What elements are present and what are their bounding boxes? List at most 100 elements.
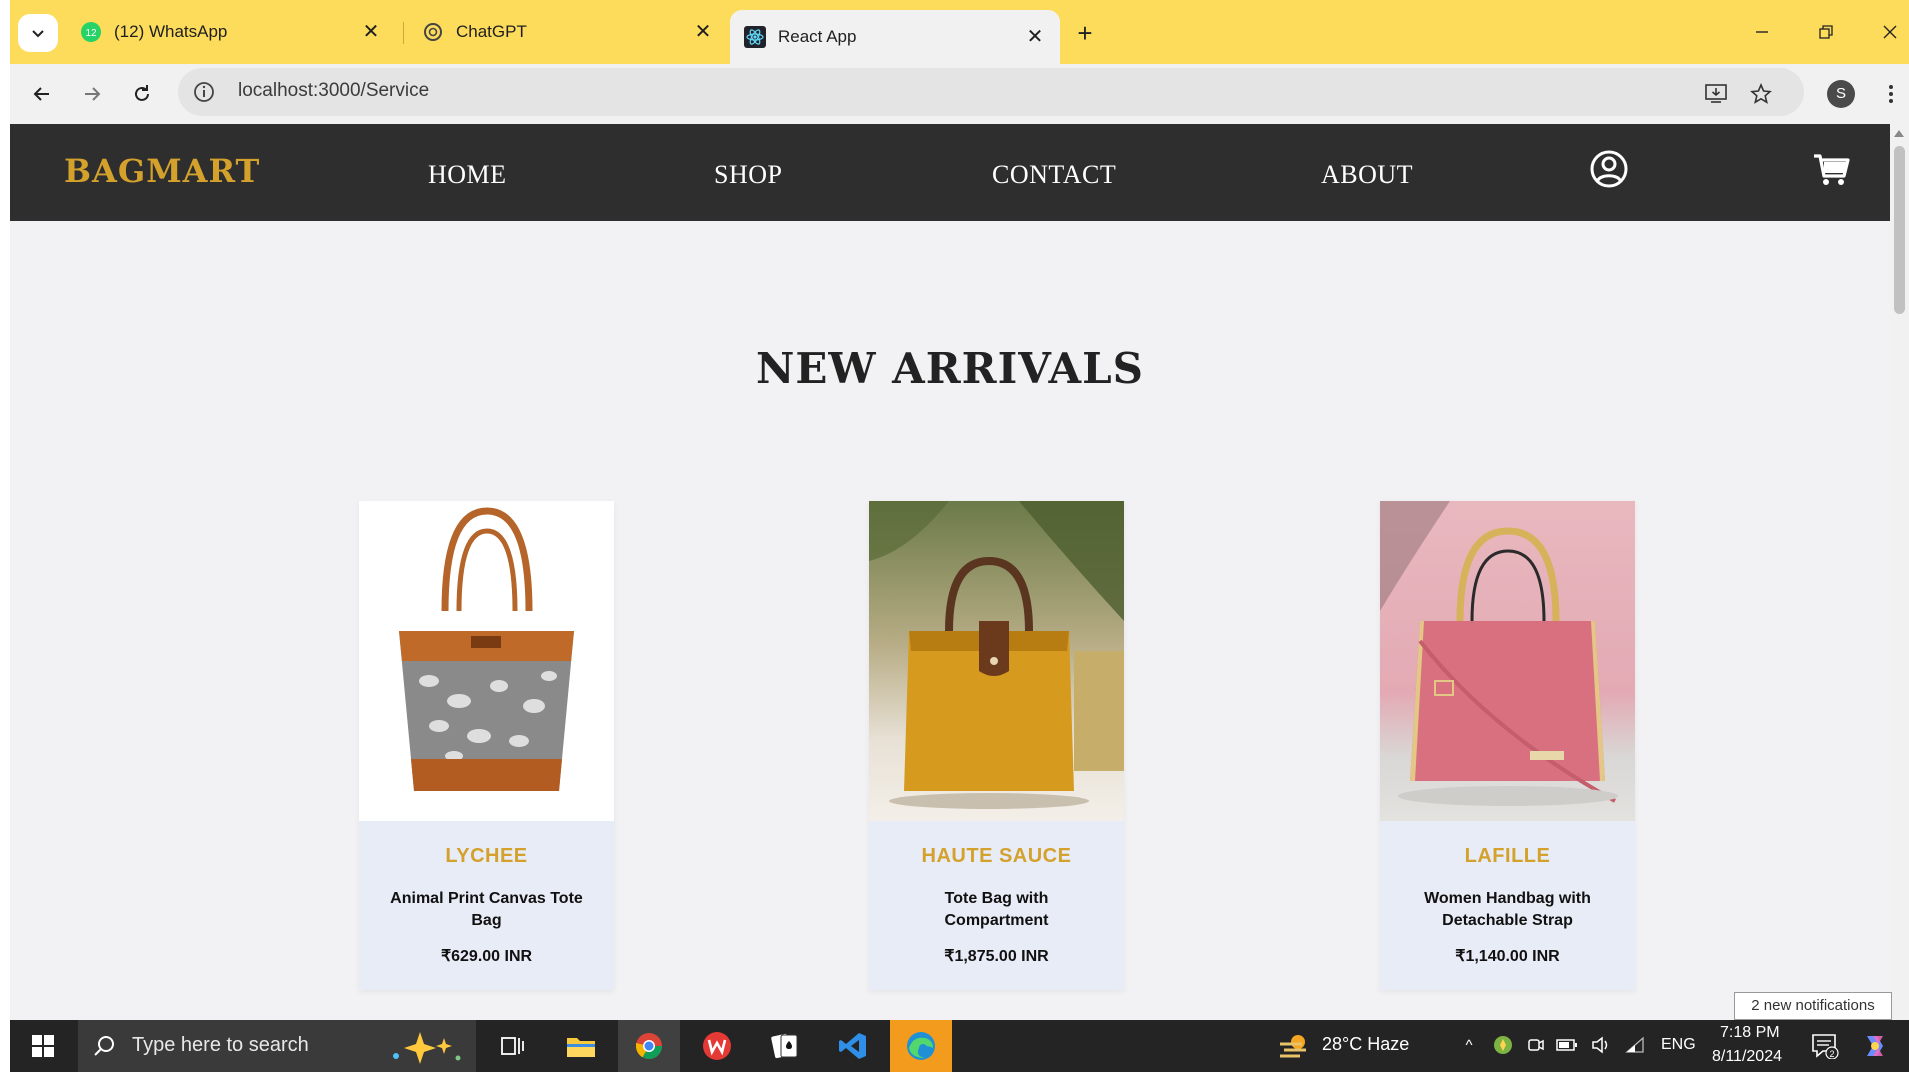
- battery-icon[interactable]: [1556, 1034, 1578, 1056]
- network-icon[interactable]: [1624, 1034, 1646, 1056]
- star-icon: [1750, 83, 1772, 104]
- task-view-button[interactable]: [482, 1020, 544, 1072]
- bookmark-button[interactable]: [1745, 78, 1777, 110]
- tab-title: ChatGPT: [456, 22, 527, 41]
- close-window-button[interactable]: [1870, 16, 1909, 48]
- meet-now-icon[interactable]: [1525, 1034, 1547, 1056]
- minimize-button[interactable]: [1742, 16, 1782, 48]
- nav-contact[interactable]: CONTACT: [992, 160, 1116, 190]
- reload-icon: [135, 85, 149, 101]
- whatsapp-badge: 12: [85, 28, 97, 39]
- forward-button[interactable]: [76, 78, 108, 110]
- tab-separator: [403, 22, 404, 44]
- product-name[interactable]: Women Handbag with Detachable Strap: [1404, 888, 1611, 932]
- windows-icon: [32, 1035, 54, 1057]
- product-image[interactable]: [1380, 501, 1635, 821]
- volume-icon[interactable]: [1590, 1034, 1612, 1056]
- kebab-menu-icon: [1889, 85, 1893, 103]
- section-title: NEW ARRIVALS: [755, 344, 1144, 393]
- product-brand: HAUTE SAUCE: [921, 845, 1072, 867]
- shopping-cart-icon[interactable]: [1810, 148, 1852, 190]
- clock-date[interactable]: 8/11/2024: [1712, 1048, 1782, 1066]
- chrome-taskbar-button[interactable]: [618, 1020, 680, 1072]
- search-placeholder[interactable]: Type here to search: [132, 1034, 309, 1057]
- tab-whatsapp[interactable]: 12 (12) WhatsApp ✕: [66, 10, 396, 54]
- user-account-icon[interactable]: [1588, 148, 1630, 190]
- wps-office-button[interactable]: [686, 1020, 748, 1072]
- folder-icon: [567, 1038, 595, 1057]
- arrow-left-icon: [33, 87, 49, 101]
- page-scrollbar[interactable]: [1890, 124, 1909, 1020]
- close-icon[interactable]: ✕: [692, 21, 714, 43]
- chevron-down-icon: [32, 30, 44, 38]
- product-name[interactable]: Animal Print Canvas Tote Bag: [383, 888, 590, 932]
- search-icon: [94, 1036, 114, 1056]
- tab-chatgpt[interactable]: ChatGPT ✕: [408, 10, 728, 54]
- edge-button[interactable]: [890, 1020, 952, 1072]
- back-button[interactable]: [26, 78, 58, 110]
- product-card[interactable]: HAUTE SAUCE Tote Bag with Compartment ₹1…: [869, 501, 1124, 990]
- browser-toolbar: localhost:3000/Service S: [10, 64, 1909, 124]
- sparkle-icon: [393, 1032, 461, 1064]
- scrollbar-thumb[interactable]: [1894, 146, 1905, 314]
- install-app-icon: [1705, 84, 1727, 103]
- product-image[interactable]: [869, 501, 1124, 821]
- product-price: ₹1,140.00 INR: [1455, 948, 1560, 965]
- weather-haze-icon[interactable]: [1278, 1032, 1310, 1060]
- site-navbar: BAGMART HOME SHOP CONTACT ABOUT: [10, 124, 1890, 221]
- edge-icon: [907, 1032, 935, 1060]
- address-bar[interactable]: localhost:3000/Service: [178, 68, 1804, 116]
- profile-avatar[interactable]: S: [1827, 80, 1855, 108]
- copilot-button[interactable]: [1860, 1032, 1890, 1060]
- product-name[interactable]: Tote Bag with Compartment: [893, 888, 1100, 932]
- browser-menu-button[interactable]: [1875, 78, 1907, 110]
- restore-button[interactable]: [1806, 16, 1846, 48]
- tray-app-icon[interactable]: [1492, 1034, 1514, 1056]
- vscode-icon: [839, 1033, 866, 1059]
- tab-title: (12) WhatsApp: [114, 22, 228, 41]
- page-viewport: BAGMART HOME SHOP CONTACT ABOUT NEW ARRI…: [10, 124, 1890, 1020]
- nav-home[interactable]: HOME: [428, 160, 507, 190]
- tab-react-app[interactable]: React App ✕: [730, 10, 1060, 64]
- weather-text[interactable]: 28°C Haze: [1322, 1034, 1409, 1055]
- close-icon[interactable]: ✕: [1024, 26, 1046, 48]
- tab-search-button[interactable]: [18, 14, 58, 52]
- file-explorer-button[interactable]: [550, 1020, 612, 1072]
- product-price: ₹1,875.00 INR: [944, 948, 1049, 965]
- reload-button[interactable]: [126, 78, 158, 110]
- language-indicator[interactable]: ENG: [1661, 1036, 1696, 1054]
- restore-icon: [1819, 25, 1833, 39]
- solitaire-button[interactable]: [754, 1020, 816, 1072]
- scroll-up-icon[interactable]: [1894, 130, 1904, 137]
- tab-title: React App: [778, 27, 857, 46]
- taskbar-search[interactable]: Type here to search: [78, 1020, 476, 1072]
- site-info-icon[interactable]: [192, 80, 216, 104]
- action-center-button[interactable]: 2: [1810, 1032, 1840, 1060]
- browser-window: 12 (12) WhatsApp ✕ ChatGPT ✕ React App ✕…: [10, 0, 1909, 1020]
- site-logo[interactable]: BAGMART: [64, 152, 260, 190]
- windows-taskbar: Type here to search 28°C Haze ^ ENG 7:18…: [10, 1020, 1909, 1072]
- chevron-up-icon[interactable]: ^: [1458, 1034, 1480, 1056]
- nav-shop[interactable]: SHOP: [714, 160, 782, 190]
- close-icon[interactable]: ✕: [360, 21, 382, 43]
- nav-about[interactable]: ABOUT: [1321, 160, 1413, 190]
- product-brand: LYCHEE: [445, 845, 528, 867]
- react-icon: [744, 26, 766, 48]
- vscode-button[interactable]: [822, 1020, 884, 1072]
- clock-time[interactable]: 7:18 PM: [1720, 1024, 1780, 1042]
- notification-toast[interactable]: 2 new notifications: [1734, 992, 1892, 1020]
- close-icon: [1883, 25, 1897, 39]
- whatsapp-icon: 12: [80, 21, 102, 43]
- product-card[interactable]: LYCHEE Animal Print Canvas Tote Bag ₹629…: [359, 501, 614, 990]
- cards-icon: [771, 1033, 798, 1059]
- notification-center-icon: 2: [1812, 1034, 1839, 1059]
- wps-office-icon: [703, 1032, 731, 1060]
- task-view-icon: [501, 1037, 524, 1055]
- product-image[interactable]: [359, 501, 614, 821]
- chrome-icon: [635, 1033, 663, 1060]
- product-card[interactable]: LAFILLE Women Handbag with Detachable St…: [1380, 501, 1635, 990]
- install-app-button[interactable]: [1700, 78, 1732, 110]
- start-button[interactable]: [10, 1020, 76, 1072]
- url-text[interactable]: localhost:3000/Service: [238, 80, 429, 102]
- new-tab-button[interactable]: +: [1070, 18, 1100, 48]
